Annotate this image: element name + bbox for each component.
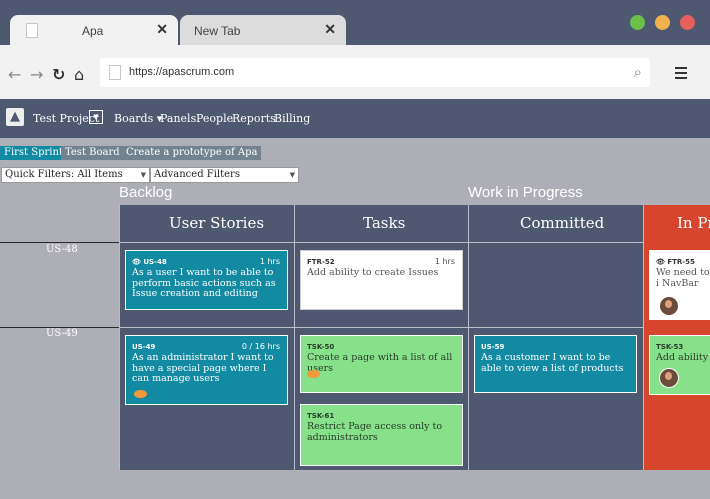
- card-ftr-55[interactable]: 👁 FTR-55 We need to i NavBar: [649, 250, 710, 320]
- eye-icon: 👁: [132, 258, 141, 266]
- column-divider: [119, 205, 120, 470]
- comment-icon[interactable]: [134, 390, 147, 398]
- tab-title: New Tab: [194, 24, 241, 38]
- card-id: TSK-53: [656, 343, 684, 351]
- advanced-filters-select[interactable]: Advanced Filters ▼: [150, 167, 299, 183]
- card-description: As a customer I want to be able to view …: [481, 352, 624, 374]
- minimize-button[interactable]: [655, 15, 670, 30]
- tab-apa[interactable]: Apa ✕: [10, 15, 178, 45]
- nav-boards[interactable]: Boards ▾: [114, 112, 162, 125]
- backlog-title: Backlog: [119, 184, 173, 201]
- card-us-49[interactable]: US-49 0 / 16 hrs As an administrator I w…: [125, 335, 288, 405]
- address-bar[interactable]: https://apascrum.com ⌕: [100, 58, 650, 87]
- apa-logo-icon[interactable]: ▲: [6, 108, 24, 126]
- nav-people[interactable]: People: [196, 112, 233, 125]
- home-icon[interactable]: ⌂: [74, 65, 84, 84]
- board-tab-first-sprint[interactable]: First Sprint: [0, 146, 67, 160]
- quick-filters-select[interactable]: Quick Filters: All Items ▼: [1, 167, 150, 183]
- close-window-button[interactable]: [680, 15, 695, 30]
- menu-icon[interactable]: [675, 67, 687, 82]
- card-tsk-61[interactable]: TSK-61 Restrict Page access only to admi…: [300, 404, 463, 466]
- column-divider: [294, 205, 295, 470]
- reload-icon[interactable]: ↻: [52, 65, 65, 84]
- chevron-down-icon: ▼: [289, 171, 295, 179]
- advanced-filters-value: Advanced Filters: [154, 169, 240, 180]
- column-divider: [643, 205, 644, 470]
- tab-title: Apa: [82, 24, 104, 38]
- card-tsk-50[interactable]: TSK-50 Create a page with a list of all …: [300, 335, 463, 393]
- card-ftr-52[interactable]: FTR-52 1 hrs Add ability to create Issue…: [300, 250, 463, 310]
- card-id: TSK-61: [307, 412, 335, 420]
- row-label-us49: US-49: [46, 328, 78, 339]
- app-navbar: ▲ Test Project ▼ Boards ▾ Panels People …: [0, 99, 710, 138]
- column-header-committed: Committed: [520, 214, 605, 232]
- project-dropdown-icon[interactable]: ▼: [89, 110, 103, 124]
- eye-icon: 👁: [656, 258, 665, 266]
- card-description: Restrict Page access only to administrat…: [307, 421, 443, 443]
- avatar: [659, 368, 679, 388]
- search-icon[interactable]: ⌕: [634, 63, 642, 81]
- forward-arrow-icon[interactable]: →: [30, 65, 43, 84]
- card-description: As a user I want to be able to perform b…: [132, 267, 276, 299]
- nav-billing[interactable]: Billing: [274, 112, 310, 125]
- card-id: US-59: [481, 343, 505, 351]
- card-hours: 1 hrs: [259, 257, 280, 266]
- card-description: We need to i NavBar: [656, 267, 710, 289]
- card-us-48[interactable]: 👁 US-48 1 hrs As a user I want to be abl…: [125, 250, 288, 310]
- maximize-button[interactable]: [630, 15, 645, 30]
- card-id-text: US-48: [143, 258, 167, 266]
- card-id: 👁 FTR-55: [656, 257, 695, 268]
- quick-filters-value: Quick Filters: All Items: [5, 169, 123, 180]
- card-id: TSK-50: [307, 343, 335, 351]
- nav-reports[interactable]: Reports: [232, 112, 276, 125]
- card-tsk-53[interactable]: TSK-53 Add ability to: [649, 335, 710, 395]
- row-label-us48: US-48: [46, 244, 78, 255]
- card-description: Add ability to: [656, 352, 710, 363]
- board-tab-test-board[interactable]: Test Board: [61, 146, 124, 160]
- browser-toolbar: ← → ↻ ⌂ https://apascrum.com ⌕: [0, 45, 710, 99]
- card-us-59[interactable]: US-59 As a customer I want to be able to…: [474, 335, 637, 393]
- avatar: [659, 296, 679, 316]
- board-tab-prototype[interactable]: Create a prototype of Apa: [122, 146, 262, 160]
- nav-panels[interactable]: Panels: [160, 112, 196, 125]
- row-separator: [0, 242, 119, 243]
- column-header-tasks: Tasks: [363, 214, 406, 232]
- close-tab-icon[interactable]: ✕: [324, 21, 336, 38]
- card-hours: 0 / 16 hrs: [241, 342, 280, 351]
- chevron-down-icon: ▼: [140, 171, 146, 179]
- card-id: FTR-52: [307, 258, 335, 266]
- url-text: https://apascrum.com: [129, 66, 235, 78]
- card-description: Create a page with a list of all users: [307, 352, 453, 374]
- row-divider: [119, 327, 643, 328]
- card-hours: 1 hrs: [434, 257, 455, 266]
- card-description: As an administrator I want to have a spe…: [132, 352, 274, 384]
- card-id-text: FTR-55: [667, 258, 695, 266]
- column-header-user-stories: User Stories: [169, 214, 265, 232]
- comment-icon[interactable]: [307, 370, 320, 378]
- column-divider: [468, 205, 469, 470]
- tab-new[interactable]: New Tab ✕: [180, 15, 346, 45]
- card-id: US-49: [132, 343, 156, 351]
- card-id: 👁 US-48: [132, 257, 167, 268]
- page-icon: [109, 65, 121, 80]
- wip-title: Work in Progress: [468, 184, 583, 201]
- close-tab-icon[interactable]: ✕: [156, 21, 168, 38]
- card-description: Add ability to create Issues: [307, 267, 439, 278]
- column-header-in-progress: In Pro: [677, 214, 710, 232]
- header-divider: [119, 242, 643, 243]
- page-icon: [26, 23, 38, 38]
- back-arrow-icon[interactable]: ←: [8, 65, 21, 84]
